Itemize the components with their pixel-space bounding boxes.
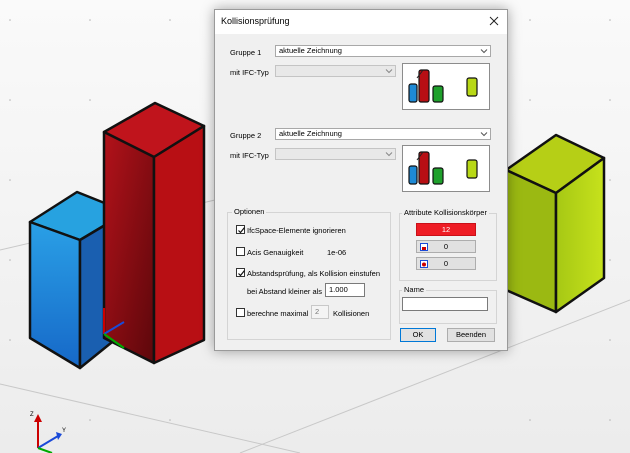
max-collisions-prefix: berechne maximal — [247, 309, 309, 318]
group2-source-dropdown[interactable]: aktuelle Zeichnung — [275, 128, 491, 140]
svg-text:Z: Z — [30, 412, 34, 418]
chevron-down-icon — [480, 132, 488, 137]
dialog-titlebar: Kollisionsprüfung — [215, 10, 507, 34]
group1-ifc-dropdown[interactable] — [275, 65, 396, 77]
boxes-preview-icon — [408, 69, 478, 103]
max-collisions-suffix: Kollisionen — [333, 309, 370, 318]
max-collisions-value: 2 — [315, 307, 320, 316]
close-icon — [489, 16, 499, 26]
ok-button[interactable]: OK — [400, 328, 436, 342]
group1-ifc-label: mit IFC-Typ — [230, 68, 269, 77]
chevron-down-icon — [385, 69, 393, 74]
acis-precision-value: 1e-06 — [327, 248, 347, 257]
group1-preview-button[interactable] — [402, 63, 490, 110]
distance-check-label: Abstandsprüfung, als Kollision einstufen — [247, 269, 381, 278]
distance-check-checkbox[interactable] — [236, 268, 245, 277]
close-dialog-button[interactable]: Beenden — [447, 328, 495, 342]
boxes-preview-icon — [408, 151, 478, 185]
group2-label: Gruppe 2 — [230, 131, 262, 140]
ignore-ifcspace-checkbox[interactable] — [236, 225, 245, 234]
acis-precision-label: Acis Genauigkeit — [247, 248, 304, 257]
name-input[interactable] — [402, 297, 488, 311]
layer-value: 0 — [443, 242, 449, 251]
group2-preview-button[interactable] — [402, 145, 490, 192]
close-button[interactable] — [485, 12, 503, 30]
collision-check-dialog: Kollisionsprüfung Gruppe 1 aktuelle Zeic… — [214, 9, 508, 351]
ignore-ifcspace-label: IfcSpace-Elemente ignorieren — [247, 226, 346, 235]
yellow-green-box — [504, 133, 606, 314]
color-button[interactable]: 12 — [416, 223, 476, 236]
svg-text:Y: Y — [62, 428, 66, 434]
distance-input[interactable]: 1.000 — [325, 283, 365, 297]
dialog-title: Kollisionsprüfung — [221, 16, 290, 26]
group1-source-dropdown[interactable]: aktuelle Zeichnung — [275, 45, 491, 57]
pen-button[interactable]: 0 — [416, 257, 476, 270]
options-title: Optionen — [232, 207, 267, 216]
group2-ifc-label: mit IFC-Typ — [230, 151, 269, 160]
group1-label: Gruppe 1 — [230, 48, 262, 57]
checkmark-icon — [238, 227, 245, 234]
max-collisions-checkbox[interactable] — [236, 308, 245, 317]
acis-precision-checkbox[interactable] — [236, 247, 245, 256]
chevron-down-icon — [385, 152, 393, 157]
attributes-title: Attribute Kollisionskörper — [402, 208, 489, 217]
group2-source-value: aktuelle Zeichnung — [279, 129, 342, 138]
checkmark-icon — [238, 270, 245, 277]
distance-label: bei Abstand kleiner als — [247, 287, 323, 296]
color-value: 12 — [441, 225, 451, 234]
name-label: Name — [402, 285, 427, 294]
group2-ifc-dropdown[interactable] — [275, 148, 396, 160]
distance-value: 1.000 — [329, 285, 348, 294]
layer-button[interactable]: 0 — [416, 240, 476, 253]
pen-value: 0 — [443, 259, 449, 268]
group1-source-value: aktuelle Zeichnung — [279, 46, 342, 55]
max-collisions-input[interactable]: 2 — [311, 305, 329, 319]
chevron-down-icon — [480, 49, 488, 54]
